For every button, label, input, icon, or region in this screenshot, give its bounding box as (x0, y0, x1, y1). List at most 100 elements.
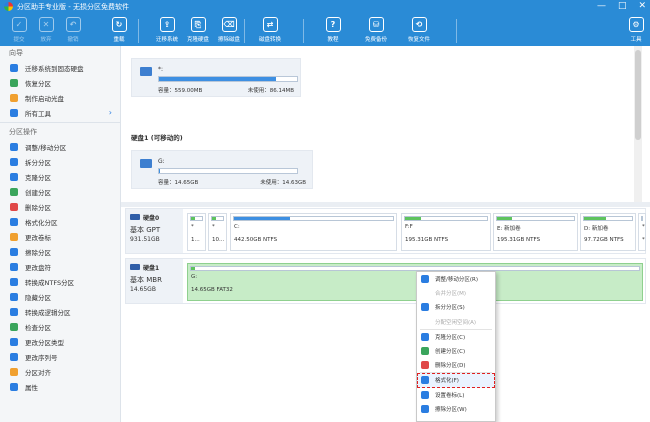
menu-item-label: 合并分区(M) (435, 291, 467, 298)
undo-button[interactable]: ↶ 撤销 (58, 15, 88, 46)
partition-block[interactable]: G: 14.65GB FAT32 (187, 263, 643, 301)
maximize-button[interactable]: □ (618, 1, 627, 11)
sidebar-item[interactable]: 擦除分区 (0, 244, 120, 259)
drive-icon (140, 67, 152, 76)
partition-block[interactable]: F:F 195.31GB NTFS (401, 213, 491, 251)
partition-block[interactable]: * 10... (208, 213, 227, 251)
partition-usage-bar (583, 216, 633, 221)
free-backup-button[interactable]: ⛁ 免费备份 (361, 15, 391, 46)
disk-row[interactable]: 硬盘0 基本 GPT 931.51GB * 1... * 10... C: 442.50GB N… (125, 208, 646, 254)
discard-button[interactable]: ✕ 放弃 (31, 15, 61, 46)
partition-block[interactable]: D: 新加卷 97.72GB NTFS (580, 213, 636, 251)
sidebar-item[interactable]: 删除分区 (0, 199, 120, 214)
sidebar-item-label: 更改序列号 (25, 353, 58, 362)
toolbar-separator (456, 19, 457, 43)
partition-info: 97.72GB NTFS (584, 237, 624, 243)
sidebar-item-icon (10, 108, 18, 117)
tutorial-button[interactable]: ? 教程 (318, 15, 348, 46)
recover-files-icon: ⟲ (411, 17, 427, 32)
context-menu-item[interactable]: 删除分区(D) (417, 358, 495, 372)
submit-button[interactable]: ✓ 提交 (4, 15, 34, 46)
sidebar-item[interactable]: 拆分分区 (0, 154, 120, 169)
context-menu-item[interactable]: 格式化(F) (417, 373, 495, 388)
disk-convert-icon: ⇄ (262, 17, 278, 32)
clone-disk-button[interactable]: ⎘ 克隆硬盘 (183, 15, 213, 46)
partition-usage-fill (497, 217, 513, 220)
undo-icon: ↶ (65, 17, 81, 32)
sidebar-item[interactable]: 更改序列号 (0, 349, 120, 364)
partition-label: D: 新加卷 (584, 226, 609, 232)
disk-convert-button[interactable]: ⇄ 磁盘转换 (255, 15, 285, 46)
tools-label: 工具 (630, 37, 642, 43)
wipe-disk-label: 擦除磁盘 (217, 37, 240, 43)
context-menu-item: 分配空闲空间(A) (417, 315, 495, 329)
sidebar-item[interactable]: 更改盘符 (0, 259, 120, 274)
disk-icon (130, 264, 140, 270)
reload-button[interactable]: ↻ 重载 (104, 15, 134, 46)
volume-card[interactable]: *: 容量：559.00MB 未使用：86.14MB (131, 58, 301, 97)
sidebar-item-icon (10, 63, 18, 72)
wipe-disk-icon: ⌫ (221, 17, 237, 32)
partition-label: * (191, 224, 194, 230)
partition-usage-fill (405, 217, 422, 220)
sidebar-item[interactable]: 隐藏分区 (0, 289, 120, 304)
vertical-scrollbar[interactable] (634, 46, 642, 202)
toolbar-separator (138, 19, 139, 43)
sidebar-item[interactable]: 转换成NTFS分区 (0, 274, 120, 289)
recover-files-button[interactable]: ⟲ 恢复文件 (404, 15, 434, 46)
sidebar-item-icon (10, 187, 18, 196)
discard-icon: ✕ (38, 17, 54, 32)
sidebar-item[interactable]: 制作启动光盘 (0, 90, 120, 105)
wipe-disk-button[interactable]: ⌫ 擦除磁盘 (214, 15, 244, 46)
sidebar-item[interactable]: 恢复分区 (0, 75, 120, 90)
disk-convert-label: 磁盘转换 (258, 37, 281, 43)
sidebar-item[interactable]: 转换成逻辑分区 (0, 304, 120, 319)
context-menu-item[interactable]: 擦除分区(W) (417, 402, 495, 416)
context-menu-item[interactable]: 创建分区(C) (417, 344, 495, 358)
sidebar-item[interactable]: 创建分区 (0, 184, 120, 199)
sidebar-item-icon (10, 202, 18, 211)
partition-block[interactable]: * 1... (187, 213, 206, 251)
sidebar-item-icon (10, 337, 18, 346)
menu-item-icon (421, 332, 429, 341)
partition-block[interactable]: C: 442.50GB NTFS (230, 213, 397, 251)
migrate-button[interactable]: ⇪ 迁移系统 (152, 15, 182, 46)
context-menu-item[interactable]: 克隆分区(C) (417, 330, 495, 344)
volume-capacity: 容量：14.65GB (158, 180, 199, 186)
menu-item-label: 分配空闲空间(A) (435, 319, 477, 326)
recover-files-label: 恢复文件 (407, 37, 430, 43)
sidebar-item[interactable]: 克隆分区 (0, 169, 120, 184)
sidebar-item[interactable]: 检查分区 (0, 319, 120, 334)
sidebar-item-label: 恢复分区 (25, 79, 51, 88)
partition-usage-bar (190, 216, 203, 221)
sidebar-item[interactable]: 调整/移动分区 (0, 139, 120, 154)
close-button[interactable]: ✕ (638, 1, 646, 11)
volume-free: 未使用：86.14MB (247, 88, 294, 94)
partition-block[interactable]: E: 新加卷 195.31GB NTFS (493, 213, 578, 251)
volume-card[interactable]: G: 容量：14.65GB 未使用：14.63GB (131, 150, 313, 189)
context-menu-item[interactable]: 设置卷标(L) (417, 388, 495, 402)
tools-button[interactable]: ⚙ 工具 (621, 15, 650, 46)
partition-label: G: (191, 274, 198, 280)
partition-block[interactable]: * * (638, 213, 646, 251)
sidebar-item[interactable]: 属性 (0, 379, 120, 394)
context-menu-item[interactable]: 调整/移动分区(R) (417, 272, 495, 286)
sidebar-item[interactable]: 格式化分区 (0, 214, 120, 229)
partition-label: F:F (405, 224, 413, 230)
sidebar-item[interactable]: 分区对齐 (0, 364, 120, 379)
sidebar-item[interactable]: 迁移系统到固态硬盘 (0, 60, 120, 75)
sidebar-item[interactable]: 更改分区类型 (0, 334, 120, 349)
menu-item-label: 删除分区(D) (435, 363, 466, 370)
window-title: 分区助手专业版 - 无损分区免费软件 (17, 2, 129, 11)
sidebar-item[interactable]: 所有工具 › (0, 105, 120, 120)
disk-row[interactable]: 硬盘1 基本 MBR 14.65GB G: 14.65GB FAT32 (125, 258, 646, 304)
sidebar-item-label: 转换成NTFS分区 (25, 278, 75, 287)
minimize-button[interactable]: — (597, 1, 606, 11)
partition-usage-bar (496, 216, 575, 221)
context-menu-item[interactable]: 拆分分区(S) (417, 300, 495, 314)
sidebar-item-icon (10, 352, 18, 361)
menu-item-label: 格式化(F) (435, 378, 459, 385)
menu-item-icon (421, 404, 429, 413)
sidebar-item[interactable]: 更改卷标 (0, 229, 120, 244)
disk-map: 硬盘0 基本 GPT 931.51GB * 1... * 10... C: 442.50GB N… (121, 207, 650, 422)
